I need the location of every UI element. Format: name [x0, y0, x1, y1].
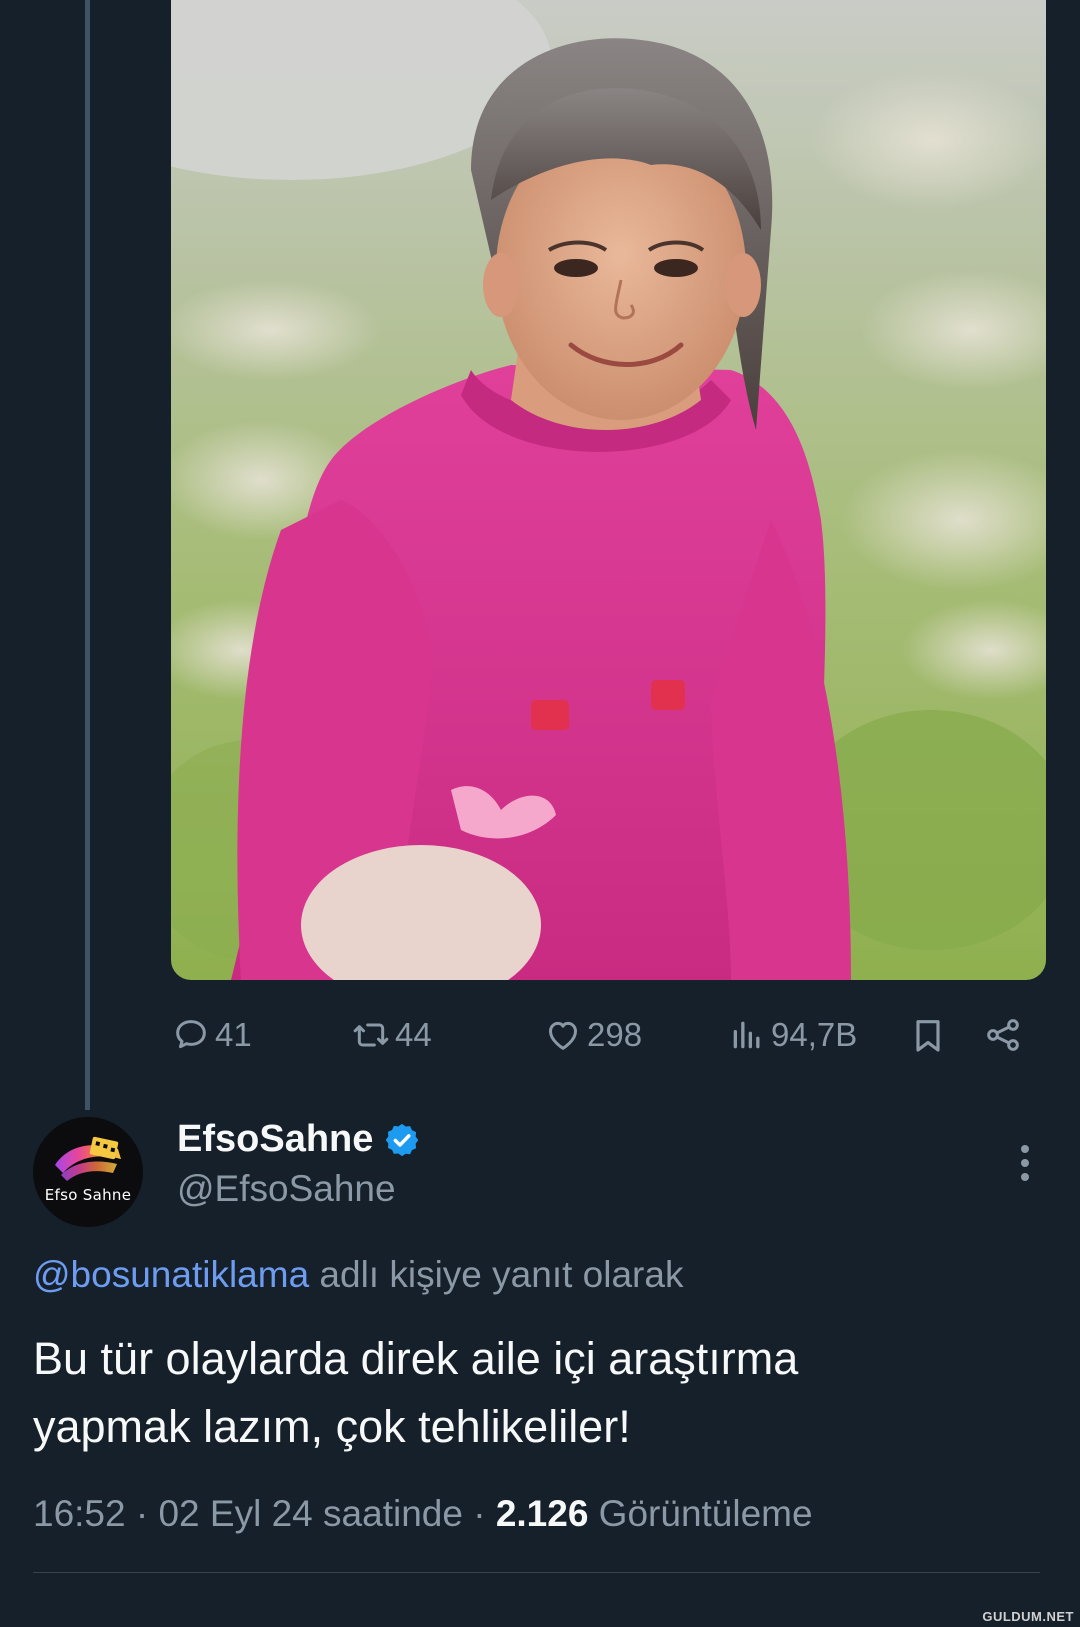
display-name-text: EfsoSahne: [177, 1118, 374, 1160]
reply-icon: [176, 1020, 206, 1049]
bookmark-icon: [916, 1020, 940, 1052]
bookmark-button[interactable]: [908, 1010, 952, 1060]
avatar-label: Efso Sahne: [44, 1186, 132, 1204]
reply-count: 41: [215, 1016, 252, 1053]
tweet-photo[interactable]: [171, 0, 1046, 980]
like-button[interactable]: 298: [543, 1010, 642, 1060]
tweet-text: Bu tür olaylarda direk aile içi araştırm…: [33, 1325, 1043, 1461]
reply-button[interactable]: 41: [171, 1010, 252, 1060]
tweet-actions-bar: 41 44 298 94,7B: [171, 1010, 1041, 1060]
meta-separator: ·: [462, 1493, 496, 1534]
meta-separator: ·: [125, 1493, 159, 1534]
share-button[interactable]: [983, 1010, 1027, 1060]
replying-to: @bosunatiklama adlı kişiye yanıt olarak: [33, 1254, 683, 1296]
retweet-count: 44: [395, 1016, 432, 1053]
views-count: 94,7B: [771, 1016, 858, 1053]
efsosahne-logo: [55, 1136, 121, 1181]
like-count: 298: [587, 1016, 643, 1053]
watermark: GULDUM.NET: [982, 1609, 1074, 1624]
tweet-views-label: Görüntüleme: [588, 1493, 813, 1534]
tweet-meta: 16:52 · 02 Eyl 24 saatinde · 2.126 Görün…: [33, 1493, 813, 1535]
avatar[interactable]: Efso Sahne: [33, 1117, 143, 1227]
tweet-text-line: yapmak lazım, çok tehlikeliler!: [33, 1401, 631, 1452]
retweet-icon: [353, 1023, 389, 1047]
tweet-time[interactable]: 16:52: [33, 1493, 126, 1534]
reply-mention-link[interactable]: @bosunatiklama: [33, 1254, 309, 1295]
divider: [33, 1572, 1040, 1573]
display-name[interactable]: EfsoSahne: [177, 1118, 421, 1161]
more-options-icon[interactable]: [1010, 1138, 1040, 1188]
tweet-date[interactable]: 02 Eyl 24 saatinde: [158, 1493, 462, 1534]
views-chart-icon: [733, 1021, 760, 1049]
reply-suffix: adlı kişiye yanıt olarak: [309, 1254, 684, 1295]
heart-icon: [549, 1021, 577, 1050]
retweet-button[interactable]: 44: [351, 1010, 432, 1060]
tweet-text-line: Bu tür olaylarda direk aile içi araştırm…: [33, 1333, 799, 1384]
share-icon: [987, 1019, 1019, 1051]
views-button[interactable]: 94,7B: [727, 1010, 857, 1060]
verified-badge-icon[interactable]: [383, 1121, 421, 1159]
thread-connector-line: [85, 0, 90, 1110]
tweet-views-count: 2.126: [495, 1493, 589, 1534]
user-handle[interactable]: @EfsoSahne: [177, 1168, 396, 1210]
